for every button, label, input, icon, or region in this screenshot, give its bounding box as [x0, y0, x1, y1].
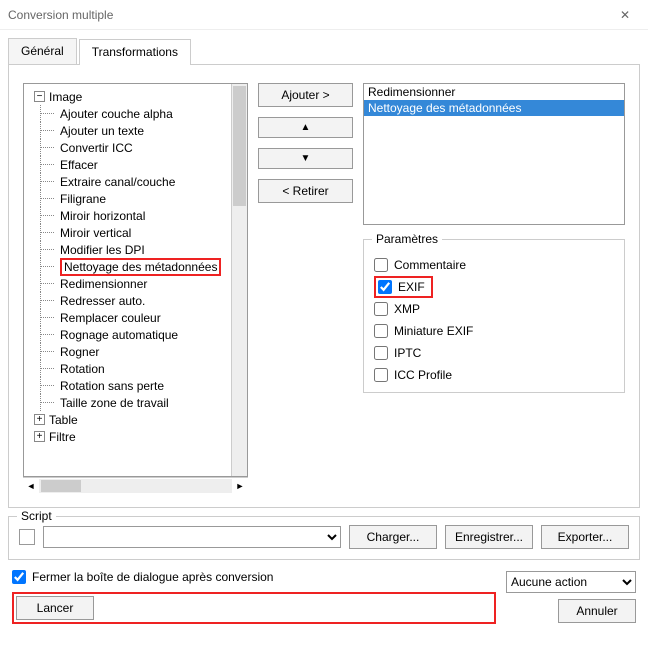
tree-item[interactable]: Rotation sans perte: [60, 379, 164, 393]
param-checkbox-exif[interactable]: EXIF: [374, 276, 433, 298]
tree-item[interactable]: Taille zone de travail: [60, 396, 169, 410]
expand-icon[interactable]: +: [34, 414, 45, 425]
tree-item[interactable]: Remplacer couleur: [60, 311, 161, 325]
tree-item[interactable]: Effacer: [60, 158, 98, 172]
export-button[interactable]: Exporter...: [541, 525, 629, 549]
close-after-label: Fermer la boîte de dialogue après conver…: [32, 570, 273, 584]
close-icon[interactable]: ✕: [610, 8, 640, 22]
load-button[interactable]: Charger...: [349, 525, 437, 549]
param-checkbox-xmp[interactable]: XMP: [374, 298, 614, 320]
collapse-icon[interactable]: −: [34, 91, 45, 102]
script-label: Script: [17, 509, 56, 523]
tree-item[interactable]: Ajouter un texte: [60, 124, 144, 138]
launch-button[interactable]: Lancer: [16, 596, 94, 620]
param-label: Commentaire: [394, 258, 466, 272]
param-checkbox-commentaire[interactable]: Commentaire: [374, 254, 614, 276]
script-select[interactable]: [43, 526, 341, 548]
tree-group-filter[interactable]: Filtre: [49, 430, 76, 444]
tree-item[interactable]: Redimensionner: [60, 277, 147, 291]
tree-item[interactable]: Rognage automatique: [60, 328, 178, 342]
tab-transformations[interactable]: Transformations: [79, 39, 191, 65]
param-label: IPTC: [394, 346, 421, 360]
param-checkbox-miniature-exif[interactable]: Miniature EXIF: [374, 320, 614, 342]
tree-item[interactable]: Filigrane: [60, 192, 106, 206]
tree-item[interactable]: Ajouter couche alpha: [60, 107, 173, 121]
selected-transforms-list[interactable]: Redimensionner Nettoyage des métadonnées: [363, 83, 625, 225]
vertical-scrollbar[interactable]: [231, 84, 247, 476]
add-button[interactable]: Ajouter >: [258, 83, 353, 107]
param-label: EXIF: [398, 280, 425, 294]
tab-general[interactable]: Général: [8, 38, 77, 64]
expand-icon[interactable]: +: [34, 431, 45, 442]
param-label: XMP: [394, 302, 420, 316]
horizontal-scrollbar[interactable]: ◄ ►: [23, 477, 248, 493]
scroll-left-icon[interactable]: ◄: [23, 481, 39, 491]
scroll-right-icon[interactable]: ►: [232, 481, 248, 491]
tree-group-image[interactable]: Image: [49, 90, 82, 104]
move-down-button[interactable]: ▼: [258, 148, 353, 169]
window-title: Conversion multiple: [8, 8, 610, 22]
tree-item[interactable]: Miroir horizontal: [60, 209, 145, 223]
tree-item[interactable]: Miroir vertical: [60, 226, 131, 240]
param-checkbox-iptc[interactable]: IPTC: [374, 342, 614, 364]
transform-tree[interactable]: −Image Ajouter couche alpha Ajouter un t…: [24, 84, 231, 476]
tree-item[interactable]: Modifier les DPI: [60, 243, 145, 257]
move-up-button[interactable]: ▲: [258, 117, 353, 138]
save-button[interactable]: Enregistrer...: [445, 525, 533, 549]
list-item-selected[interactable]: Nettoyage des métadonnées: [364, 100, 624, 116]
param-label: Miniature EXIF: [394, 324, 473, 338]
post-action-select[interactable]: Aucune action: [506, 571, 636, 593]
tree-group-table[interactable]: Table: [49, 413, 78, 427]
cancel-button[interactable]: Annuler: [558, 599, 636, 623]
params-legend: Paramètres: [372, 232, 442, 246]
tree-item[interactable]: Extraire canal/couche: [60, 175, 175, 189]
tree-item[interactable]: Redresser auto.: [60, 294, 145, 308]
script-enable-checkbox[interactable]: [19, 529, 35, 545]
tree-item[interactable]: Rogner: [60, 345, 99, 359]
param-label: ICC Profile: [394, 368, 452, 382]
list-item[interactable]: Redimensionner: [364, 84, 624, 100]
param-checkbox-icc-profile[interactable]: ICC Profile: [374, 364, 614, 386]
tree-item[interactable]: Rotation: [60, 362, 105, 376]
tree-item[interactable]: Convertir ICC: [60, 141, 133, 155]
remove-button[interactable]: < Retirer: [258, 179, 353, 203]
tree-item-highlighted[interactable]: Nettoyage des métadonnées: [60, 258, 221, 276]
close-after-checkbox[interactable]: Fermer la boîte de dialogue après conver…: [12, 570, 496, 584]
